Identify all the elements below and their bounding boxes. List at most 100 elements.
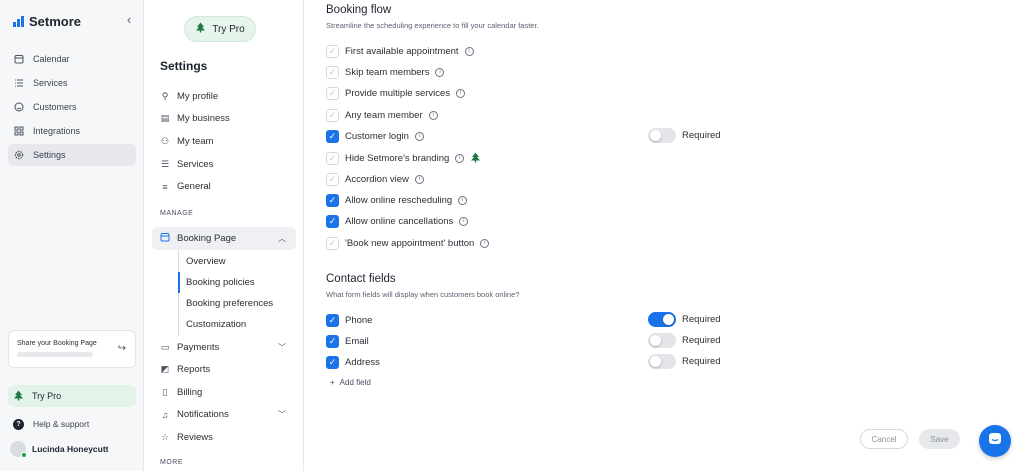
checkbox[interactable]: ✓: [326, 129, 339, 143]
option-label: Skip team members: [345, 66, 430, 78]
calendar-icon: [14, 54, 24, 64]
try-pro-button[interactable]: Try Pro: [184, 16, 256, 42]
cancel-button[interactable]: Cancel: [860, 429, 908, 449]
nav-item-integrations[interactable]: Integrations: [8, 120, 136, 142]
menu-item-label: Billing: [177, 386, 203, 398]
option-online-cancellations: ✓ Allow online cancellations i: [326, 214, 469, 228]
help-support-link[interactable]: ? Help & support: [8, 416, 136, 432]
info-icon[interactable]: i: [459, 216, 469, 226]
smiley-icon: [14, 102, 24, 112]
submenu-item-booking-policies[interactable]: Booking policies: [178, 271, 296, 294]
menu-item-booking-page[interactable]: Booking Page ︿: [152, 227, 296, 250]
checkbox[interactable]: ✓: [326, 334, 339, 348]
info-icon[interactable]: i: [458, 195, 468, 205]
info-icon[interactable]: i: [480, 238, 490, 248]
menu-item-reports[interactable]: ◩ Reports: [152, 358, 296, 381]
nav-item-settings[interactable]: Settings: [8, 144, 136, 166]
menu-item-my-team[interactable]: ⚇ My team: [152, 130, 296, 153]
pro-tree-icon: [470, 152, 481, 165]
required-toggle[interactable]: [648, 128, 676, 143]
checkbox[interactable]: ✓: [326, 44, 339, 58]
option-customer-login: ✓ Customer login i: [326, 129, 424, 143]
main-nav: Calendar Services Customers Integrations…: [8, 48, 136, 168]
sliders-icon: ≡: [162, 181, 168, 192]
menu-item-payments[interactable]: ▭ Payments ﹀: [152, 336, 296, 359]
menu-item-my-profile[interactable]: ⚲ My profile: [152, 85, 296, 108]
email-required: Required: [648, 333, 721, 348]
avatar: [10, 441, 27, 458]
star-icon: ☆: [160, 431, 170, 442]
collapse-sidebar-icon[interactable]: ‹: [122, 12, 136, 28]
checkbox[interactable]: ✓: [326, 236, 339, 250]
nav-item-customers[interactable]: Customers: [8, 96, 136, 118]
menu-item-my-business[interactable]: ▤ My business: [152, 108, 296, 131]
chart-icon: ◩: [160, 364, 170, 375]
try-pro-label: Try Pro: [32, 391, 62, 401]
user-name: Lucinda Honeycutt: [32, 444, 109, 454]
chat-support-button[interactable]: [979, 425, 1011, 457]
checkbox[interactable]: ✓: [326, 151, 339, 165]
menu-item-reviews[interactable]: ☆ Reviews: [152, 426, 296, 449]
chat-bubble-icon: [987, 431, 1003, 452]
menu-item-services[interactable]: ☰ Services: [152, 153, 296, 176]
menu-item-label: Payments: [177, 341, 220, 353]
settings-menu: ⚲ My profile ▤ My business ⚇ My team ☰ Servi…: [152, 85, 296, 198]
booking-flow-title: Booking flow: [326, 4, 392, 16]
menu-item-notifications[interactable]: ♫ Notifications ﹀: [152, 404, 296, 427]
required-label: Required: [682, 335, 721, 346]
checkbox[interactable]: ✓: [326, 172, 339, 186]
grid-icon: [14, 126, 24, 136]
checkbox[interactable]: ✓: [326, 313, 339, 327]
contact-fields-subtitle: What form fields will display when custo…: [326, 290, 520, 299]
booking-page-submenu: Overview Booking policies Booking prefer…: [178, 249, 296, 336]
required-toggle[interactable]: [648, 312, 676, 327]
setmore-logo[interactable]: Setmore: [13, 14, 81, 29]
add-field-button[interactable]: + Add field: [330, 378, 371, 387]
checkbox[interactable]: ✓: [326, 86, 339, 100]
field-label: Phone: [345, 314, 373, 326]
submenu-item-booking-preferences[interactable]: Booking preferences: [179, 293, 296, 314]
save-button[interactable]: Save: [919, 429, 960, 449]
info-icon[interactable]: i: [414, 174, 424, 184]
menu-item-general[interactable]: ≡ General: [152, 175, 296, 198]
user-profile[interactable]: Lucinda Honeycutt: [10, 441, 109, 458]
share-booking-page-card[interactable]: Share your Booking Page ↪: [8, 330, 136, 368]
menu-item-label: My business: [177, 113, 230, 125]
checkbox[interactable]: ✓: [326, 65, 339, 79]
try-pro-label: Try Pro: [212, 23, 245, 35]
option-first-available: ✓ First available appointment i: [326, 44, 474, 58]
submenu-item-customization[interactable]: Customization: [179, 314, 296, 335]
required-label: Required: [682, 130, 721, 141]
info-icon[interactable]: i: [428, 110, 438, 120]
checkbox[interactable]: ✓: [326, 214, 339, 228]
try-pro-rail-button[interactable]: Try Pro: [8, 385, 136, 407]
nav-item-calendar[interactable]: Calendar: [8, 48, 136, 70]
panel-title: Settings: [160, 59, 208, 73]
info-icon[interactable]: i: [414, 131, 424, 141]
info-icon[interactable]: i: [464, 46, 474, 56]
plus-icon: +: [330, 378, 335, 387]
option-label: First available appointment: [345, 45, 459, 57]
checkbox[interactable]: ✓: [326, 108, 339, 122]
checkbox[interactable]: ✓: [326, 355, 339, 369]
share-icon[interactable]: ↪: [118, 343, 126, 354]
info-icon[interactable]: i: [455, 153, 465, 163]
pine-tree-icon: [195, 22, 206, 36]
menu-item-billing[interactable]: ▯ Billing: [152, 381, 296, 404]
nav-item-label: Integrations: [33, 126, 81, 136]
nav-item-services[interactable]: Services: [8, 72, 136, 94]
required-toggle[interactable]: [648, 354, 676, 369]
required-toggle[interactable]: [648, 333, 676, 348]
option-hide-branding: ✓ Hide Setmore's branding i: [326, 151, 481, 165]
address-required: Required: [648, 354, 721, 369]
checkbox[interactable]: ✓: [326, 193, 339, 207]
field-label: Address: [345, 356, 380, 368]
info-icon[interactable]: i: [435, 67, 445, 77]
submenu-item-overview[interactable]: Overview: [179, 251, 296, 272]
info-icon[interactable]: i: [456, 88, 466, 98]
option-label: Allow online cancellations: [345, 215, 454, 227]
menu-item-label: General: [177, 181, 211, 193]
store-icon: ▤: [160, 113, 170, 124]
required-label: Required: [682, 356, 721, 367]
nav-item-label: Settings: [33, 150, 66, 160]
